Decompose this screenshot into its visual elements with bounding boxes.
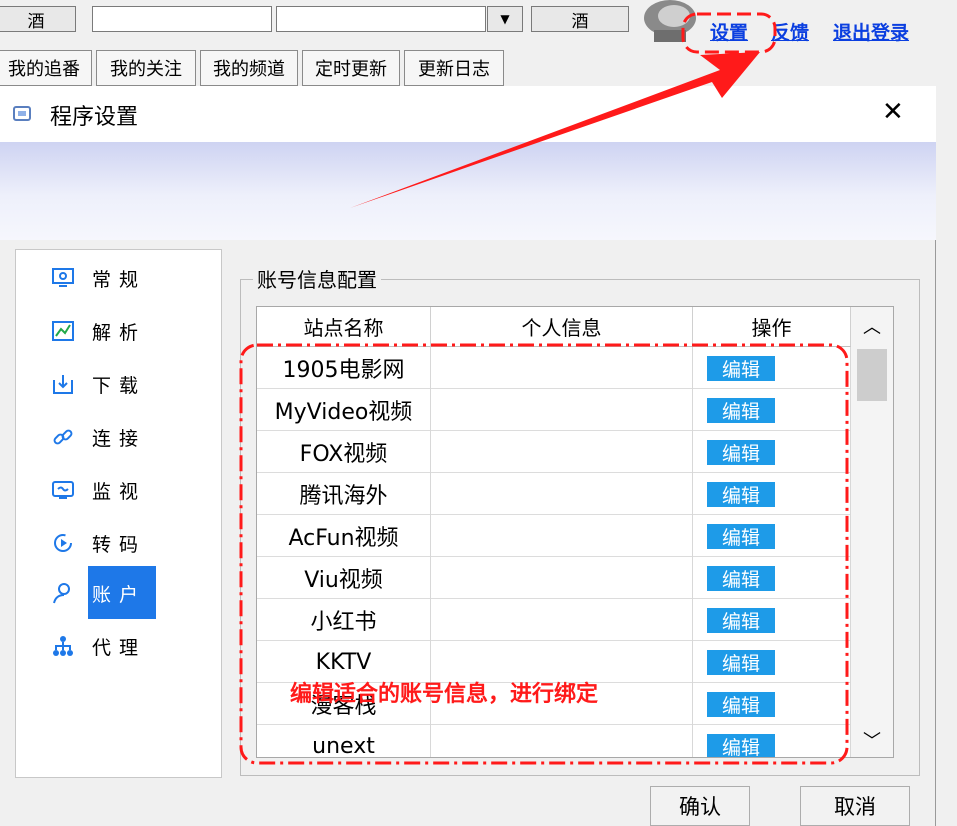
annotation-caption: 编辑适合的账号信息，进行绑定	[290, 682, 599, 707]
settings-highlight-oval	[681, 12, 777, 54]
red-arrow-icon	[350, 52, 760, 208]
